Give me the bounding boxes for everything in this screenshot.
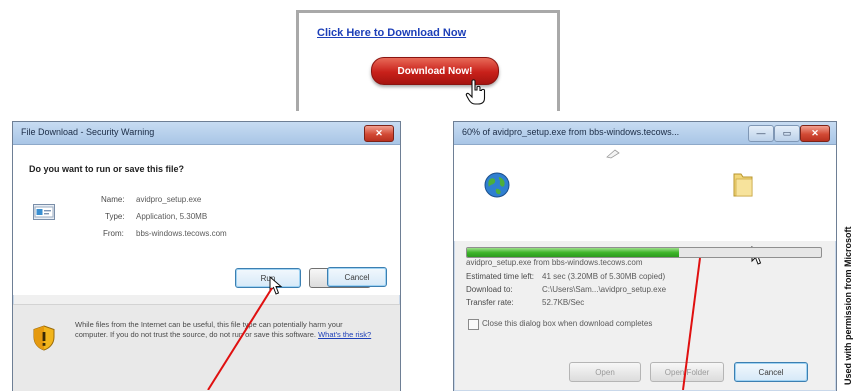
credit-text: Used with permission from Microsoft <box>843 226 853 385</box>
credit-caption: Used with permission from Microsoft <box>843 110 859 385</box>
annotation-arrows <box>207 257 701 390</box>
arrow-to-progress-bar <box>682 257 701 390</box>
arrow-to-run-button <box>207 287 273 390</box>
